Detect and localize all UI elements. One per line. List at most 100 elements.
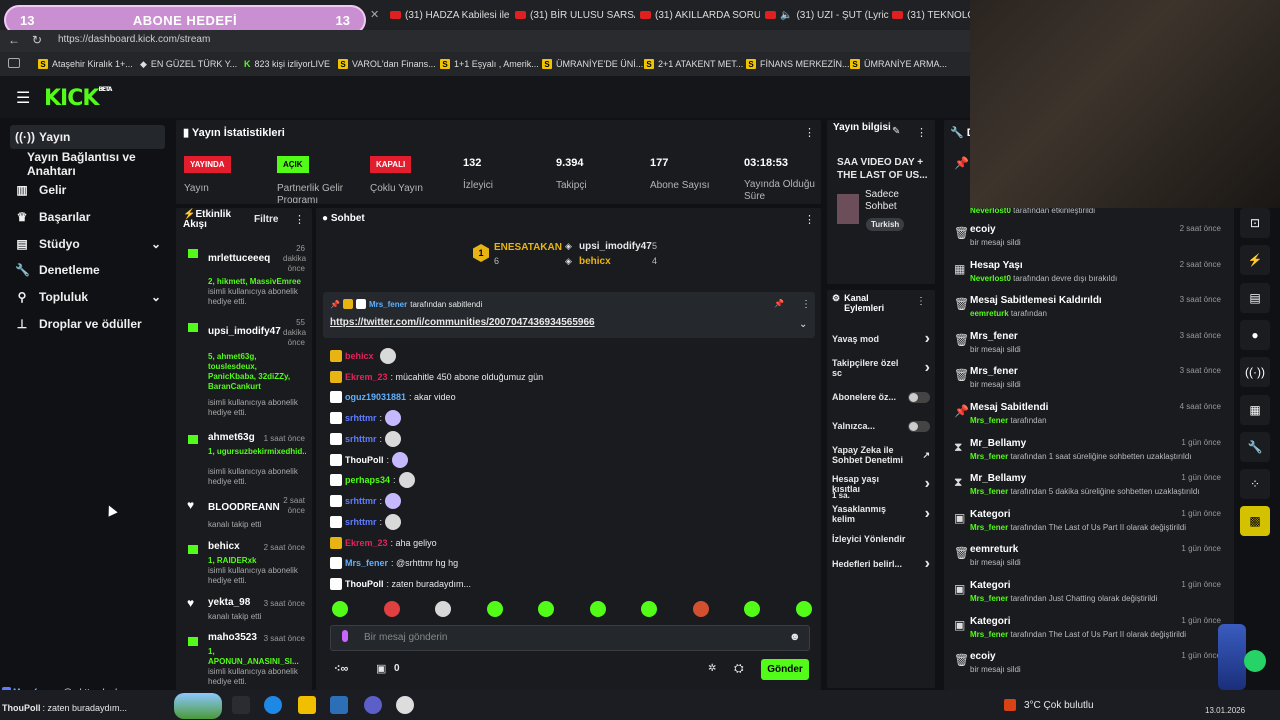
mod-log-actor[interactable]: Mrs_fener (970, 416, 1008, 425)
mic-icon[interactable] (342, 630, 348, 642)
emote-icon[interactable] (332, 601, 348, 617)
chevron-right-icon[interactable]: › (925, 505, 930, 523)
sidebar-item-topluluk[interactable]: ⚲ Topluluk ⌄ (10, 285, 165, 309)
lightning-icon[interactable]: ⚡ (1240, 245, 1270, 275)
bookmark[interactable]: S FİNANS MERKEZİN... (746, 58, 850, 70)
edit-icon[interactable]: ✎ (892, 126, 900, 137)
community-icon[interactable]: ⁘ (1240, 469, 1270, 499)
bookmark[interactable]: K 823 kişi izliyorLIVE (244, 58, 330, 70)
emote-icon[interactable] (435, 601, 452, 617)
sidebar-item-studyo[interactable]: ▤ Stüdyo ⌄ (10, 232, 165, 256)
emote-icon[interactable] (383, 601, 400, 617)
mod-tools-icon[interactable]: ⛭ (734, 661, 744, 676)
mod-log-actor[interactable]: Mrs_fener (970, 487, 1008, 496)
bookmark[interactable]: S ÜMRANİYE ARMA... (850, 58, 947, 70)
task-view-icon[interactable] (232, 696, 250, 714)
more-icon[interactable]: ⋮ (804, 126, 815, 139)
channel-action-item[interactable]: Yasaklanmış kelim › (832, 503, 930, 525)
emote-icon[interactable] (641, 601, 658, 617)
widgets-icon[interactable] (174, 693, 222, 719)
wrench-icon[interactable]: 🔧 (1240, 432, 1270, 462)
chat-username[interactable]: oguz19031881 (345, 392, 406, 402)
chat-username[interactable]: ThouPoll (345, 455, 384, 465)
clapper-icon[interactable]: ▩ (1240, 506, 1270, 536)
bookmark[interactable]: S ÜMRANİYE'DE ÜNİ... (542, 58, 643, 70)
document-icon[interactable]: ▤ (1240, 283, 1270, 313)
chat-username[interactable]: perhaps34 (345, 475, 390, 485)
mod-log-actor[interactable]: eemreturk (970, 309, 1009, 318)
channel-action-item[interactable]: Abonelere öz... (832, 386, 930, 408)
emote-icon[interactable] (538, 601, 555, 617)
mod-log-actor[interactable]: Mrs_fener (970, 594, 1008, 603)
browser-tab[interactable]: 🔈 (31) UZI - ŞUT (Lyric (765, 7, 890, 23)
mod-log-actor[interactable]: Neverlost0 (970, 274, 1011, 283)
screen-icon[interactable]: ⊡ (1240, 208, 1270, 238)
sidebar-item-stream-key[interactable]: Yayın Bağlantısı ve Anahtarı (22, 150, 172, 178)
external-link-icon[interactable]: ↗ (922, 450, 930, 461)
chat-username[interactable]: srhttmr (345, 413, 377, 423)
sidebar-item-denetleme[interactable]: 🔧 Denetleme (10, 258, 165, 282)
whatsapp-icon[interactable] (1244, 650, 1266, 672)
emote-icon[interactable] (486, 601, 503, 617)
toggle-switch[interactable] (908, 391, 930, 403)
chat-username[interactable]: Ekrem_23 (345, 538, 388, 548)
sidebar-item-droplar[interactable]: ⊥ Droplar ve ödüller (10, 312, 165, 336)
explorer-icon[interactable] (298, 696, 316, 714)
weather-text[interactable]: 3°C Çok bulutlu (1024, 700, 1094, 711)
app-icon[interactable] (330, 696, 348, 714)
discord-icon[interactable] (364, 696, 382, 714)
bookmark[interactable]: S 2+1 ATAKENT MET... (644, 58, 743, 70)
channel-action-item[interactable]: Takipçilere özel sc › (832, 357, 930, 379)
emote-icon[interactable] (589, 601, 606, 617)
chat-icon[interactable]: ● (1240, 320, 1270, 350)
channel-action-item[interactable]: İzleyici Yönlendir (832, 528, 930, 550)
store-icon[interactable]: ▣ (376, 662, 386, 675)
sidebar-item-basarilar[interactable]: ♛ Başarılar (10, 205, 165, 229)
unpin-icon[interactable]: 📌 (774, 299, 784, 308)
bookmark[interactable]: S 1+1 Eşyalı , Amerik... (440, 58, 539, 70)
channel-action-item[interactable]: Hedefleri belirl... › (832, 553, 930, 575)
tablet-icon[interactable] (8, 58, 20, 68)
obs-icon[interactable] (396, 696, 414, 714)
toggle-switch[interactable] (908, 420, 930, 432)
send-button[interactable]: Gönder (761, 659, 809, 680)
mod-log-actor[interactable]: Mrs_fener (970, 452, 1008, 461)
filter-button[interactable]: Filtre (254, 214, 278, 225)
menu-icon[interactable]: ☰ (16, 88, 30, 108)
browser-tab[interactable]: (31) HADZA Kabilesi ile H (390, 7, 510, 23)
chat-username[interactable]: srhttmr (345, 434, 377, 444)
chevron-right-icon[interactable]: › (925, 555, 930, 573)
bookmark[interactable]: S Ataşehir Kiralık 1+... (38, 58, 133, 70)
tab-close-icon[interactable]: ✕ (370, 8, 379, 21)
mod-log-actor[interactable]: Mrs_fener (970, 523, 1008, 532)
channel-action-item[interactable]: Yalnızca... (832, 415, 930, 437)
emote-icon[interactable] (692, 601, 709, 617)
more-icon[interactable]: ⋮ (916, 126, 927, 139)
studio-icon[interactable]: ▦ (1240, 395, 1270, 425)
chat-username[interactable]: srhttmr (345, 496, 377, 506)
chevron-down-icon[interactable]: ⌄ (799, 319, 807, 330)
more-icon[interactable]: ⋮ (801, 299, 811, 310)
kick-logo[interactable]: KICKBETA (44, 86, 112, 111)
chat-username[interactable]: Ekrem_23 (345, 372, 388, 382)
emoji-icon[interactable]: ☻ (789, 631, 801, 643)
browser-tab[interactable]: (31) BİR ULUSU SARSAN (515, 7, 635, 23)
back-icon[interactable]: ← (8, 33, 20, 47)
more-icon[interactable]: ⋮ (804, 213, 815, 226)
pinned-link[interactable]: https://twitter.com/i/communities/200704… (330, 317, 595, 328)
mod-log-actor[interactable]: Mrs_fener (970, 630, 1008, 639)
channel-points-icon[interactable]: ⁖∞ (334, 662, 348, 675)
more-icon[interactable]: ⋮ (294, 213, 305, 226)
bookmark[interactable]: S VAROL'dan Finans... (338, 58, 436, 70)
chevron-right-icon[interactable]: › (925, 475, 930, 493)
chevron-right-icon[interactable]: › (925, 359, 930, 377)
channel-action-item[interactable]: Yavaş mod › (832, 328, 930, 350)
chat-username[interactable]: srhttmr (345, 517, 377, 527)
bookmark[interactable]: ◆ EN GÜZEL TÜRK Y... (140, 58, 237, 70)
emote-icon[interactable] (795, 601, 812, 617)
settings-icon[interactable]: ✲ (708, 663, 716, 674)
browser-tab[interactable]: (31) TEKNOLOJİNİ (892, 7, 970, 23)
more-icon[interactable]: ⋮ (916, 296, 926, 307)
broadcast-icon[interactable]: ((·)) (1240, 357, 1270, 387)
taskbar-date[interactable]: 13.01.2026 (1205, 706, 1245, 715)
